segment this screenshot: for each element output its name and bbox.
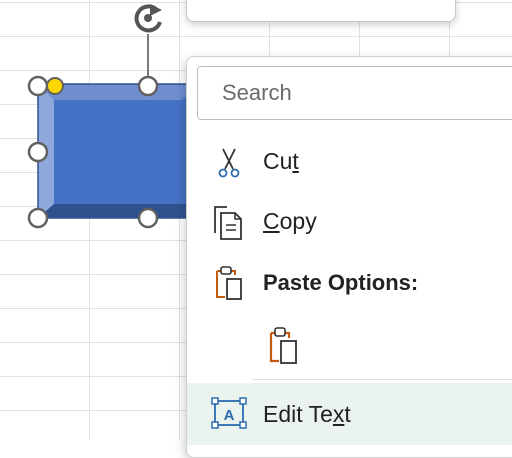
menu-separator [253, 379, 512, 380]
menu-item-paste-options: Paste Options: [187, 253, 512, 313]
resize-handle-top[interactable] [137, 75, 159, 97]
edit-text-icon: A [211, 397, 247, 429]
bevel-rectangle-shape[interactable] [37, 83, 199, 219]
resize-handle-bottom[interactable] [137, 207, 159, 229]
resize-handle-left[interactable] [27, 141, 49, 163]
search-input[interactable] [197, 66, 512, 120]
scissors-icon [218, 148, 240, 178]
menu-item-cut[interactable]: Cut [187, 131, 512, 191]
menu-item-edit-text[interactable]: A Edit Text [187, 383, 512, 445]
menu-item-copy[interactable]: Copy [187, 191, 512, 251]
paste-icon [269, 327, 297, 364]
paste-keep-source-formatting[interactable] [187, 313, 512, 377]
adjust-handle[interactable] [46, 77, 64, 95]
svg-text:A: A [224, 407, 235, 424]
cut-label: Cut [263, 147, 299, 174]
edit-text-label: Edit Text [263, 400, 351, 427]
rotate-handle-icon[interactable] [134, 4, 162, 33]
copy-icon [214, 206, 242, 240]
context-menu: Cut Copy Paste Options: [186, 56, 512, 458]
selected-shape[interactable] [0, 0, 200, 240]
clipboard-icon [216, 266, 242, 300]
resize-handle-bottom-left[interactable] [27, 207, 49, 229]
resize-handle-top-left[interactable] [27, 75, 49, 97]
mini-toolbar [186, 0, 456, 22]
copy-label: Copy [263, 207, 317, 234]
paste-options-label: Paste Options: [263, 270, 419, 295]
